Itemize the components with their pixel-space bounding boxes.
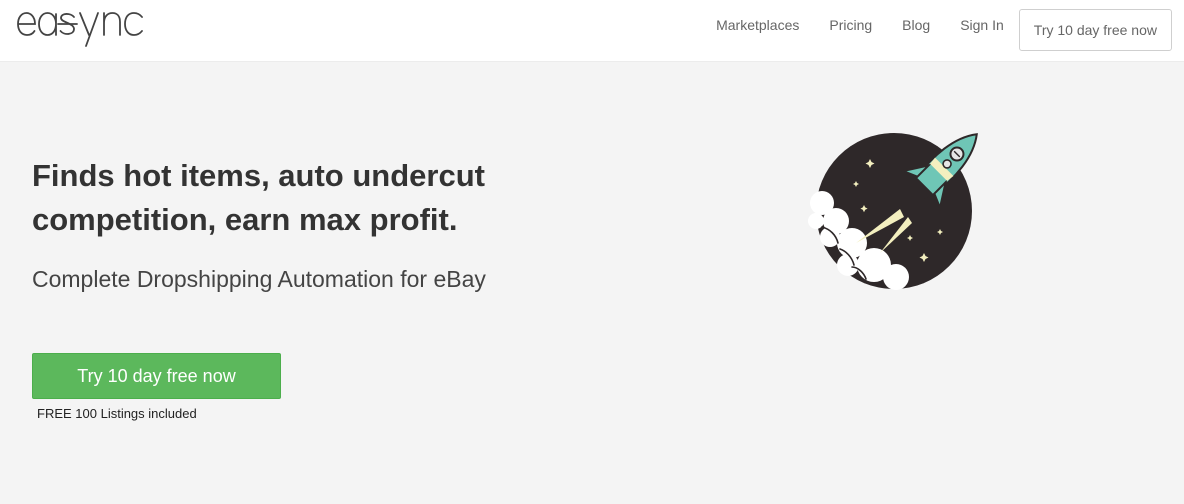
main-nav: Marketplaces Pricing Blog Sign In Try 10… [716,0,1184,51]
hero-subtitle: Complete Dropshipping Automation for eBa… [32,266,486,292]
top-navbar: Marketplaces Pricing Blog Sign In Try 10… [0,0,1184,62]
nav-link-marketplaces[interactable]: Marketplaces [716,17,799,33]
nav-free-trial-button[interactable]: Try 10 day free now [1018,8,1172,51]
nav-link-blog[interactable]: Blog [902,17,930,33]
free-listings-note: FREE 100 Listings included [37,406,197,421]
nav-link-sign-in[interactable]: Sign In [960,17,1004,33]
hero-title: Finds hot items, auto undercut competiti… [32,158,485,237]
rocket-icon [800,125,990,295]
logo-wordmark [17,12,143,47]
nav-link-pricing[interactable]: Pricing [829,17,872,33]
hero-free-trial-button[interactable]: Try 10 day free now [32,353,281,399]
easync-logo[interactable] [16,4,162,48]
